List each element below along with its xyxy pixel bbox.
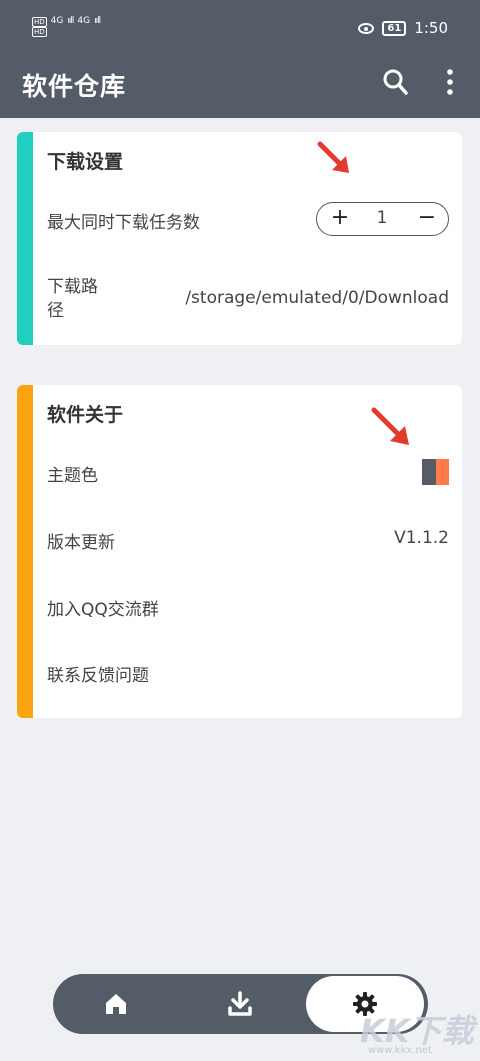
clock: 1:50 [414, 19, 448, 37]
eye-icon [358, 22, 375, 34]
home-icon [106, 994, 126, 1014]
status-left: HD 4G ııll 4G ııll HD [32, 16, 101, 37]
red-arrow-icon [371, 407, 409, 445]
max-tasks-stepper[interactable]: + 1 − [316, 202, 449, 236]
more-vert-icon[interactable] [440, 68, 460, 96]
status-bar: HD 4G ııll 4G ııll HD 61 1:50 [0, 0, 480, 58]
card-accent-bar [17, 132, 33, 345]
signal-icon: ııll [67, 16, 74, 26]
app-bar: 软件仓库 [0, 58, 480, 118]
version-value: V1.1.2 [394, 528, 449, 548]
network-type: 4G [50, 16, 64, 26]
battery-indicator: 61 [382, 20, 407, 36]
download-icon [228, 991, 252, 1016]
join-qq-group-item[interactable]: 加入QQ交流群 [47, 595, 159, 620]
decrement-button[interactable]: − [412, 204, 442, 234]
card-title: 软件关于 [47, 404, 124, 426]
theme-swatch-accent [436, 459, 449, 485]
signal-icon-2: ııll [94, 16, 101, 26]
card-title: 下载设置 [47, 151, 124, 173]
theme-swatch-primary [422, 459, 436, 485]
nav-download[interactable] [185, 974, 295, 1034]
download-path-value[interactable]: /storage/emulated/0/Download [185, 288, 449, 308]
download-path-label[interactable]: 下载路 径 [47, 275, 98, 323]
theme-color-label[interactable]: 主题色 [47, 461, 98, 486]
max-tasks-label: 最大同时下载任务数 [47, 213, 200, 233]
card-accent-bar [17, 385, 33, 718]
network-type-2: 4G [77, 16, 91, 26]
nav-home[interactable] [61, 974, 171, 1034]
download-path-label-line2: 径 [47, 301, 64, 321]
red-arrow-icon [317, 141, 349, 173]
download-settings-card: 下载设置 最大同时下载任务数 + 1 − 下载路 径 /storage/emul… [17, 132, 462, 345]
stepper-value: 1 [376, 208, 388, 228]
search-icon[interactable] [382, 68, 408, 96]
watermark-url: www.kkx.net [368, 1045, 432, 1056]
hd-badge: HD [32, 16, 47, 27]
theme-color-swatch[interactable] [422, 459, 449, 485]
download-path-label-line1: 下载路 [47, 277, 98, 297]
status-right: 61 1:50 [358, 19, 448, 37]
version-update-label[interactable]: 版本更新 [47, 528, 115, 553]
page-title: 软件仓库 [22, 72, 127, 101]
feedback-item[interactable]: 联系反馈问题 [47, 661, 149, 686]
hd-badge-2: HD [32, 27, 47, 37]
increment-button[interactable]: + [325, 204, 355, 234]
